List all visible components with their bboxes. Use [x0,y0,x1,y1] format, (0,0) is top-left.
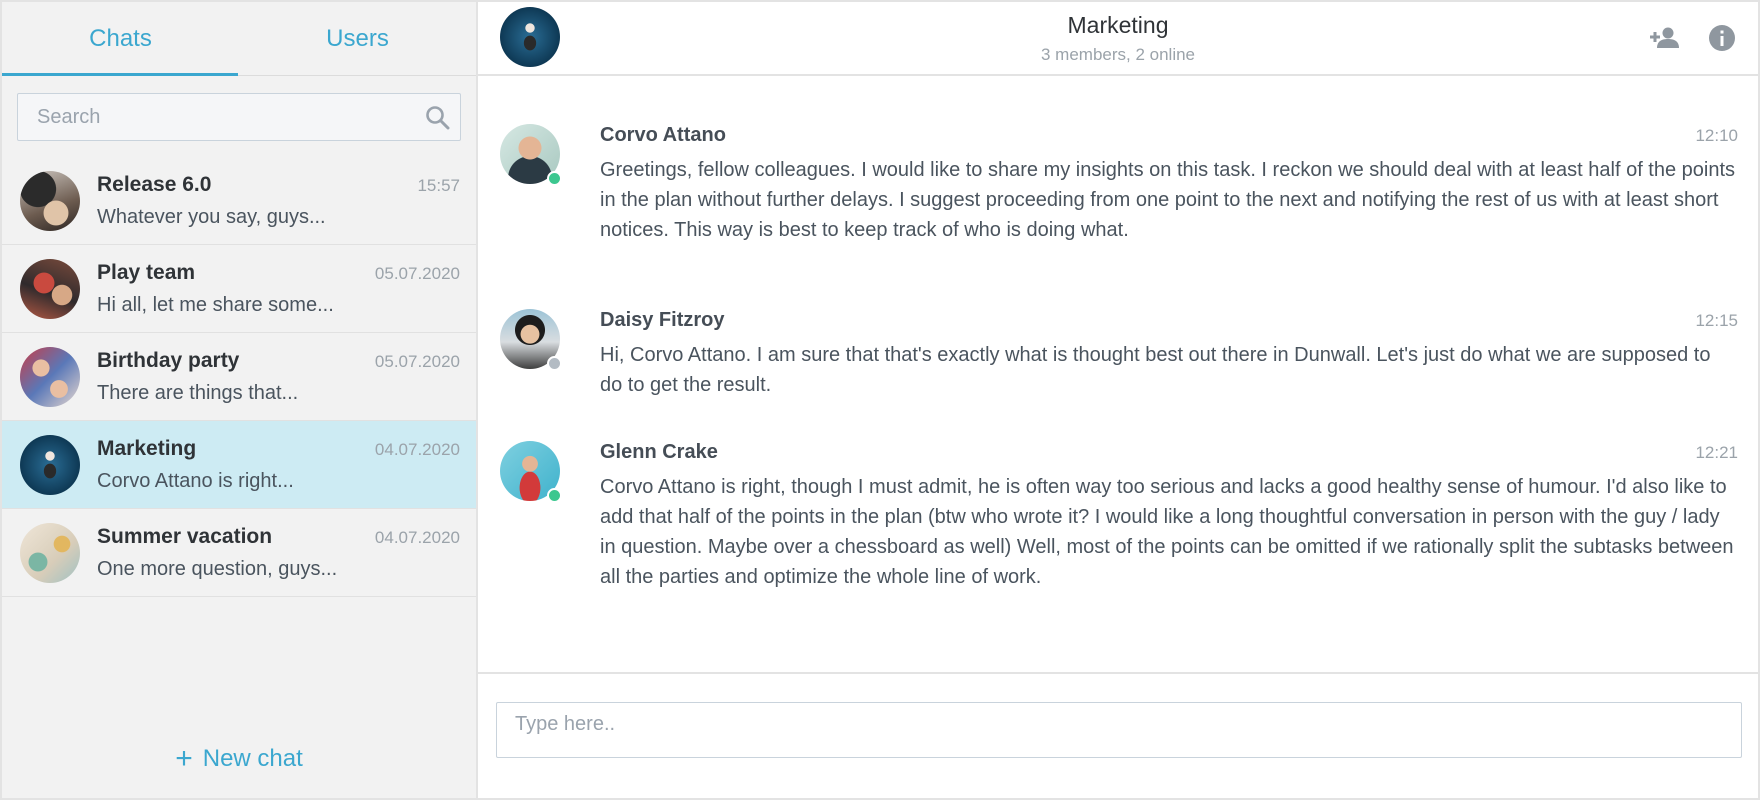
chat-info: Marketing 04.07.2020 Corvo Attano is rig… [97,437,460,493]
chat-avatar-image [20,434,80,495]
message-head: Daisy Fitzroy 12:15 [600,309,1738,332]
message-time: 12:21 [1695,443,1738,462]
chat-list: Release 6.0 15:57 Whatever you say, guys… [2,157,476,597]
sidebar-tabs: Chats Users [2,2,476,76]
chat-app: Chats Users Release 6.0 15:57 [0,0,1760,800]
avatar [20,346,80,407]
search-area [2,76,476,157]
avatar [20,258,80,319]
message-author: Daisy Fitzroy [600,309,725,331]
chat-preview: There are things that... [97,381,299,404]
message-text: Corvo Attano is right, though I must adm… [600,476,1734,588]
plus-icon: + [175,742,193,775]
info-icon[interactable] [1706,22,1738,54]
page-title: Marketing [1067,12,1169,38]
message: Glenn Crake 12:21 Corvo Attano is right,… [500,441,1738,592]
chat-top: Summer vacation 04.07.2020 [97,525,460,549]
chat-panel: Marketing 3 members, 2 online Corvo Atta… [478,2,1758,798]
add-user-icon[interactable] [1648,22,1680,54]
chat-time: 04.07.2020 [374,527,460,547]
message-text: Hi, Corvo Attano. I am sure that that's … [600,344,1711,396]
online-status-dot [547,488,562,503]
message-list: Corvo Attano 12:10 Greetings, fellow col… [478,76,1758,674]
chat-name: Birthday party [97,348,240,372]
search-box [17,93,461,141]
members-status: 3 members, 2 online [1040,45,1196,64]
avatar [500,441,562,503]
message-text: Greetings, fellow colleagues. I would li… [600,159,1736,241]
chat-preview: Corvo Attano is right... [97,469,294,492]
chat-preview: Whatever you say, guys... [97,205,326,228]
message: Daisy Fitzroy 12:15 Hi, Corvo Attano. I … [500,309,1738,400]
avatar [500,124,562,186]
chat-preview: One more question, guys... [97,557,338,580]
message-body: Glenn Crake 12:21 Corvo Attano is right,… [600,441,1738,592]
chat-name: Play team [97,260,196,284]
chat-item-marketing[interactable]: Marketing 04.07.2020 Corvo Attano is rig… [2,421,476,509]
message-time: 12:10 [1695,126,1738,145]
search-input[interactable] [18,94,460,140]
chat-time: 15:57 [417,175,460,195]
chat-header: Marketing 3 members, 2 online [478,2,1758,76]
chat-top: Release 6.0 15:57 [97,173,460,197]
avatar [20,170,80,231]
chat-info: Summer vacation 04.07.2020 One more ques… [97,525,460,581]
header-center: Marketing 3 members, 2 online [478,12,1758,65]
message-author: Corvo Attano [600,124,726,146]
avatar [20,522,80,583]
search-icon[interactable] [424,104,452,132]
message-head: Glenn Crake 12:21 [600,441,1738,464]
chat-info: Release 6.0 15:57 Whatever you say, guys… [97,173,460,229]
chat-item-summer-vacation[interactable]: Summer vacation 04.07.2020 One more ques… [2,509,476,597]
sidebar: Chats Users Release 6.0 15:57 [2,2,478,798]
chat-top: Marketing 04.07.2020 [97,437,460,461]
chat-time: 05.07.2020 [374,263,460,283]
chat-time: 05.07.2020 [374,351,460,371]
message-author: Glenn Crake [600,441,718,463]
chat-item-birthday-party[interactable]: Birthday party 05.07.2020 There are thin… [2,333,476,421]
chat-avatar-image [20,346,80,407]
chat-name: Release 6.0 [97,172,212,196]
chat-avatar-image [20,522,80,583]
tab-chats[interactable]: Chats [2,2,239,75]
message-input[interactable] [496,702,1742,758]
avatar [500,309,562,371]
message-body: Corvo Attano 12:10 Greetings, fellow col… [600,124,1738,245]
chat-avatar-image [20,258,80,319]
chat-top: Play team 05.07.2020 [97,261,460,285]
message-head: Corvo Attano 12:10 [600,124,1738,147]
chat-preview: Hi all, let me share some... [97,293,334,316]
chat-info: Play team 05.07.2020 Hi all, let me shar… [97,261,460,317]
chat-time: 04.07.2020 [374,439,460,459]
chat-top: Birthday party 05.07.2020 [97,349,460,373]
chat-item-play-team[interactable]: Play team 05.07.2020 Hi all, let me shar… [2,245,476,333]
new-chat-label: New chat [202,745,303,772]
chat-name: Summer vacation [97,524,273,548]
chat-name: Marketing [97,436,197,460]
online-status-dot [547,171,562,186]
message-time: 12:15 [1695,311,1738,330]
message-body: Daisy Fitzroy 12:15 Hi, Corvo Attano. I … [600,309,1738,400]
message: Corvo Attano 12:10 Greetings, fellow col… [500,124,1738,245]
offline-status-dot [547,356,562,371]
chat-item-release[interactable]: Release 6.0 15:57 Whatever you say, guys… [2,157,476,245]
chat-avatar-image [20,170,80,231]
chat-info: Birthday party 05.07.2020 There are thin… [97,349,460,405]
tab-users[interactable]: Users [239,2,476,75]
message-composer [478,672,1758,798]
avatar [20,434,80,495]
new-chat-button[interactable]: + New chat [2,744,476,774]
